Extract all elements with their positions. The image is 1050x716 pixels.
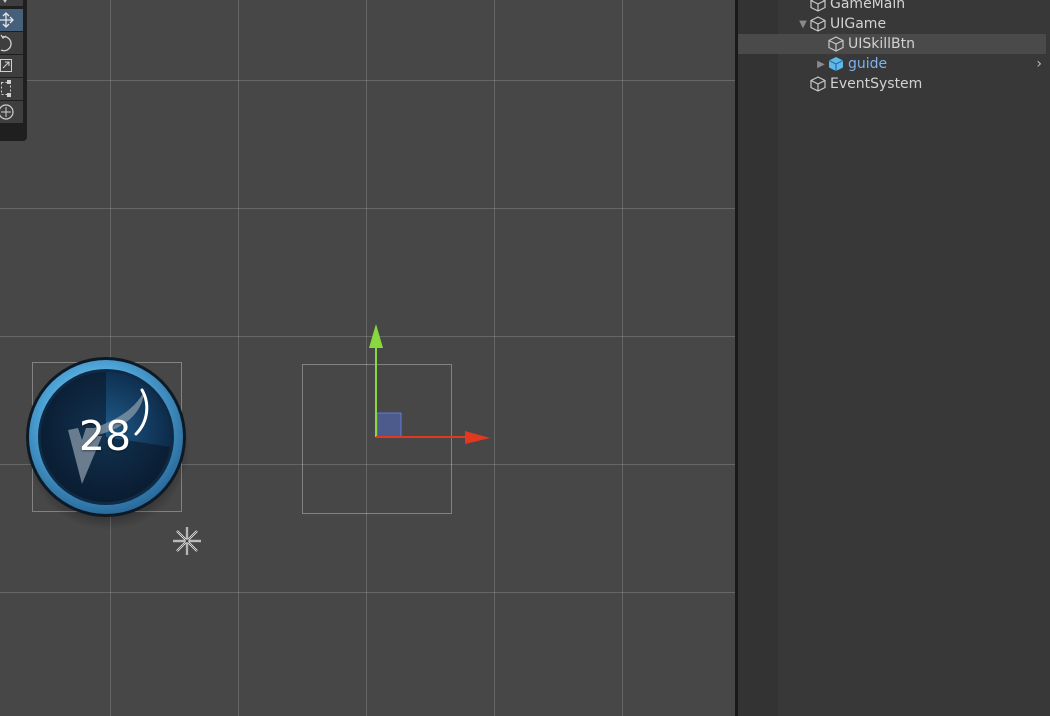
hierarchy-item-label: guide — [848, 56, 888, 72]
view-tool-icon — [3, 0, 7, 3]
view-tool-button[interactable] — [0, 0, 23, 6]
transform-tool-button[interactable] — [0, 101, 23, 123]
hierarchy-item-label: UISkillBtn — [848, 36, 916, 52]
cooldown-number: 28 — [78, 412, 132, 460]
tool-palette — [0, 0, 27, 141]
hierarchy-gutter — [738, 0, 778, 716]
rect-tool-icon — [1, 80, 11, 97]
hierarchy-item-guide[interactable]: ▶ guide › — [738, 54, 1050, 74]
hierarchy-item-gamemain[interactable]: GameMain — [738, 0, 1050, 14]
rotate-tool-icon — [0, 34, 12, 52]
skill-button[interactable]: 28 — [24, 354, 190, 534]
hierarchy-panel: GameMain ▼ UIGame UISkillBtn ▶ guide › E… — [738, 0, 1050, 716]
move-tool-icon — [0, 12, 14, 28]
rotate-tool-button[interactable] — [0, 32, 23, 54]
hierarchy-item-eventsystem[interactable]: EventSystem — [738, 74, 1050, 94]
prefab-cube-icon — [828, 56, 846, 72]
move-tool-button[interactable] — [0, 9, 23, 31]
hierarchy-item-label: UIGame — [830, 16, 887, 32]
gameobject-cube-icon — [828, 36, 846, 52]
gameobject-cube-icon — [810, 16, 828, 32]
anchor-icon — [173, 527, 201, 555]
chevron-right-icon[interactable]: › — [1036, 56, 1042, 72]
gizmo-x-arrow[interactable] — [465, 431, 490, 444]
hierarchy-item-uigame[interactable]: ▼ UIGame — [738, 14, 1050, 34]
scene-view[interactable]: 28 — [0, 0, 735, 716]
hierarchy-item-label: EventSystem — [830, 76, 923, 92]
hierarchy-item-uiskillbtn[interactable]: UISkillBtn — [738, 34, 1046, 54]
scale-tool-icon — [0, 59, 12, 72]
collapse-arrow-icon[interactable]: ▶ — [814, 59, 828, 70]
gizmo-y-arrow[interactable] — [369, 324, 383, 348]
hierarchy-item-label: GameMain — [830, 0, 906, 12]
move-gizmo[interactable] — [360, 320, 500, 450]
gizmo-xy-plane-handle[interactable] — [376, 412, 402, 438]
expand-arrow-icon[interactable]: ▼ — [796, 19, 810, 30]
rect-tool-button[interactable] — [0, 78, 23, 100]
transform-tool-icon — [0, 104, 14, 120]
gameobject-cube-icon — [810, 76, 828, 92]
scale-tool-button[interactable] — [0, 55, 23, 77]
gameobject-cube-icon — [810, 0, 828, 12]
